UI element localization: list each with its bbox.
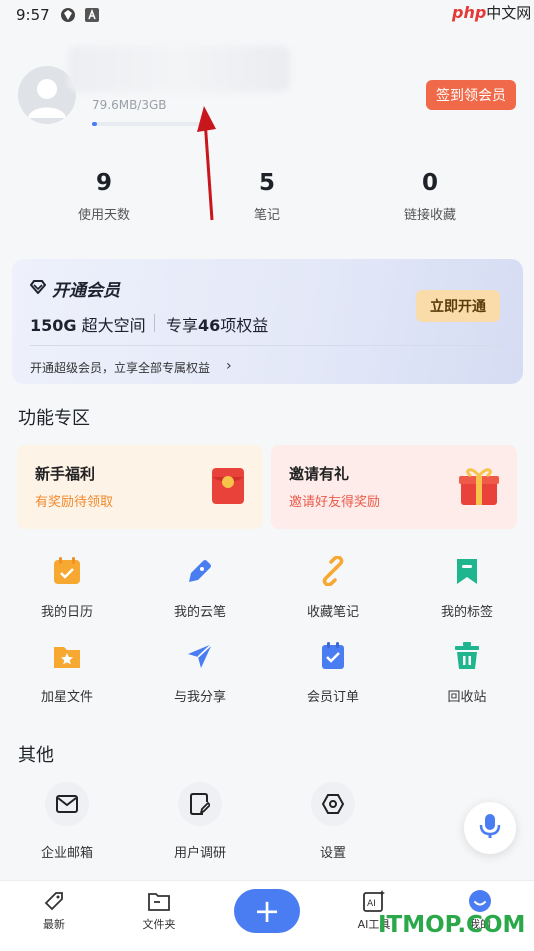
voice-input-button[interactable] [464, 802, 516, 854]
star-folder-icon [52, 641, 82, 671]
vip-activate-button[interactable]: 立即开通 [416, 290, 500, 322]
folder-icon [147, 889, 171, 913]
grid-starred-files-label: 加星文件 [40, 690, 93, 705]
stat-notes-label: 笔记 [253, 208, 280, 223]
ai-icon: AI [362, 889, 386, 913]
grid-shared-with-me-label: 与我分享 [173, 690, 226, 705]
status-bar: 9:57 php中文网 [0, 0, 534, 30]
grid-my-pen-label: 我的云笔 [173, 605, 226, 620]
grid-recycle-bin-label: 回收站 [447, 690, 487, 705]
chevron-right-icon: › [226, 358, 232, 374]
notification-a-icon [84, 7, 100, 23]
trash-icon [452, 641, 482, 671]
storage-usage-text: 79.6MB/3GB [92, 98, 167, 112]
grid-my-tags-label: 我的标签 [440, 605, 493, 620]
microphone-icon [479, 813, 501, 843]
storage-progress-fill [92, 122, 97, 126]
php-logo: php中文网 [452, 3, 532, 22]
link-icon [318, 556, 348, 586]
send-icon [185, 641, 215, 671]
promo-newbie-subtitle: 有奖励待领取 [35, 495, 114, 510]
promo-newbie[interactable]: 新手福利 有奖励待领取 [17, 445, 263, 529]
grid-vip-orders-label: 会员订单 [306, 690, 359, 705]
vip-title: 开通会员 [52, 281, 120, 301]
checkin-button[interactable]: 签到领会员 [426, 80, 516, 110]
pen-icon [185, 556, 215, 586]
gift-icon [457, 465, 501, 511]
other-user-survey[interactable]: 用户调研 [133, 782, 267, 861]
other-title: 其他 [18, 745, 54, 766]
grid-my-tags[interactable]: 我的标签 [400, 556, 534, 620]
svg-text:AI: AI [367, 899, 376, 909]
stat-days-label: 使用天数 [77, 208, 130, 223]
profile-icon [468, 889, 492, 913]
promo-invite-title: 邀请有礼 [289, 465, 350, 483]
nav-folder-label: 文件夹 [142, 918, 176, 931]
promo-newbie-title: 新手福利 [35, 465, 96, 483]
storage-progress-bar [92, 122, 208, 126]
grid-vip-orders[interactable]: 会员订单 [266, 641, 400, 705]
grid-starred-files[interactable]: 加星文件 [0, 641, 134, 705]
nav-recent[interactable]: 最新 [14, 889, 94, 932]
status-time: 9:57 [16, 6, 50, 24]
grid-favorite-notes[interactable]: 收藏笔记 [266, 556, 400, 620]
app-status-icon [60, 7, 76, 23]
add-button[interactable]: + [234, 889, 300, 933]
grid-shared-with-me[interactable]: 与我分享 [133, 641, 267, 705]
order-icon [318, 641, 348, 671]
vip-footer-link[interactable]: 开通超级会员，立享全部专属权益 [30, 359, 210, 376]
vip-space: 150G 超大空间 [30, 316, 146, 335]
grid-my-pen[interactable]: 我的云笔 [133, 556, 267, 620]
other-settings[interactable]: 设置 [266, 782, 400, 861]
username-blurred [68, 46, 290, 92]
grid-recycle-bin[interactable]: 回收站 [400, 641, 534, 705]
promo-invite[interactable]: 邀请有礼 邀请好友得奖励 [271, 445, 517, 529]
vip-divider [154, 314, 155, 332]
red-envelope-icon [211, 467, 245, 509]
grid-my-calendar-label: 我的日历 [40, 605, 93, 620]
other-enterprise-mail[interactable]: 企业邮箱 [0, 782, 134, 861]
stat-notes[interactable]: 5 笔记 [207, 170, 327, 223]
other-user-survey-label: 用户调研 [173, 846, 226, 861]
other-settings-label: 设置 [319, 846, 346, 861]
bookmark-icon [452, 556, 482, 586]
stat-links-label: 链接收藏 [403, 208, 456, 223]
settings-icon [311, 782, 355, 826]
nav-folder[interactable]: 文件夹 [119, 889, 199, 932]
diamond-icon [29, 279, 47, 298]
survey-icon [178, 782, 222, 826]
mail-icon [45, 782, 89, 826]
recent-icon [42, 889, 66, 913]
stat-notes-value: 5 [258, 170, 275, 196]
vip-benefits: 专享46项权益 [166, 316, 269, 335]
watermark: ITMOP.COM [378, 912, 526, 938]
stat-days-value: 9 [95, 170, 112, 196]
vip-separator [30, 345, 506, 346]
grid-my-calendar[interactable]: 我的日历 [0, 556, 134, 620]
vip-card[interactable]: 开通会员 150G 超大空间 专享46项权益 立即开通 开通超级会员，立享全部专… [12, 259, 523, 384]
stat-days[interactable]: 9 使用天数 [44, 170, 164, 223]
calendar-icon [52, 556, 82, 586]
stat-links-value: 0 [421, 170, 438, 196]
stat-links[interactable]: 0 链接收藏 [370, 170, 490, 223]
nav-recent-label: 最新 [43, 918, 65, 931]
other-enterprise-mail-label: 企业邮箱 [40, 846, 93, 861]
promo-invite-subtitle: 邀请好友得奖励 [289, 495, 381, 510]
features-title: 功能专区 [18, 408, 90, 429]
grid-favorite-notes-label: 收藏笔记 [306, 605, 359, 620]
